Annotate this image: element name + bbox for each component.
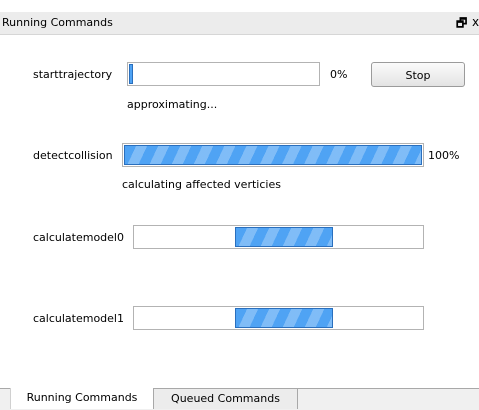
busy-indicator-segment [235, 227, 334, 247]
panel-title: Running Commands [2, 16, 113, 29]
status-text-starttrajectory: approximating... [127, 98, 218, 111]
tab-bar: Running Commands Queued Commands [0, 388, 479, 410]
command-name-starttrajectory: starttrajectory [33, 68, 113, 81]
status-text-detectcollision: calculating affected verticies [122, 178, 281, 191]
tab-queued-commands[interactable]: Queued Commands [154, 389, 298, 409]
progress-percent-label: 100% [428, 149, 460, 162]
restore-float-icon[interactable]: 🗗 [456, 14, 467, 35]
command-name-calculatemodel0: calculatemodel0 [33, 231, 124, 244]
tab-running-commands[interactable]: Running Commands [10, 388, 154, 409]
running-commands-panel: Running Commands 🗗 x starttrajectory 0% … [0, 0, 479, 410]
progress-percent-label: 0% [330, 68, 348, 81]
stop-button[interactable]: Stop [371, 62, 465, 87]
progress-bar-calculatemodel0 [133, 225, 424, 249]
progress-bar-detectcollision [122, 143, 424, 167]
panel-title-bar[interactable]: Running Commands 🗗 x [0, 12, 479, 35]
progress-bar-starttrajectory [127, 62, 320, 86]
progress-bar-calculatemodel1 [133, 306, 424, 330]
progress-fill [129, 64, 133, 84]
close-icon[interactable]: x [472, 15, 479, 29]
progress-fill [124, 145, 422, 165]
busy-indicator-segment [235, 308, 334, 328]
command-name-detectcollision: detectcollision [33, 149, 113, 162]
command-name-calculatemodel1: calculatemodel1 [33, 312, 124, 325]
